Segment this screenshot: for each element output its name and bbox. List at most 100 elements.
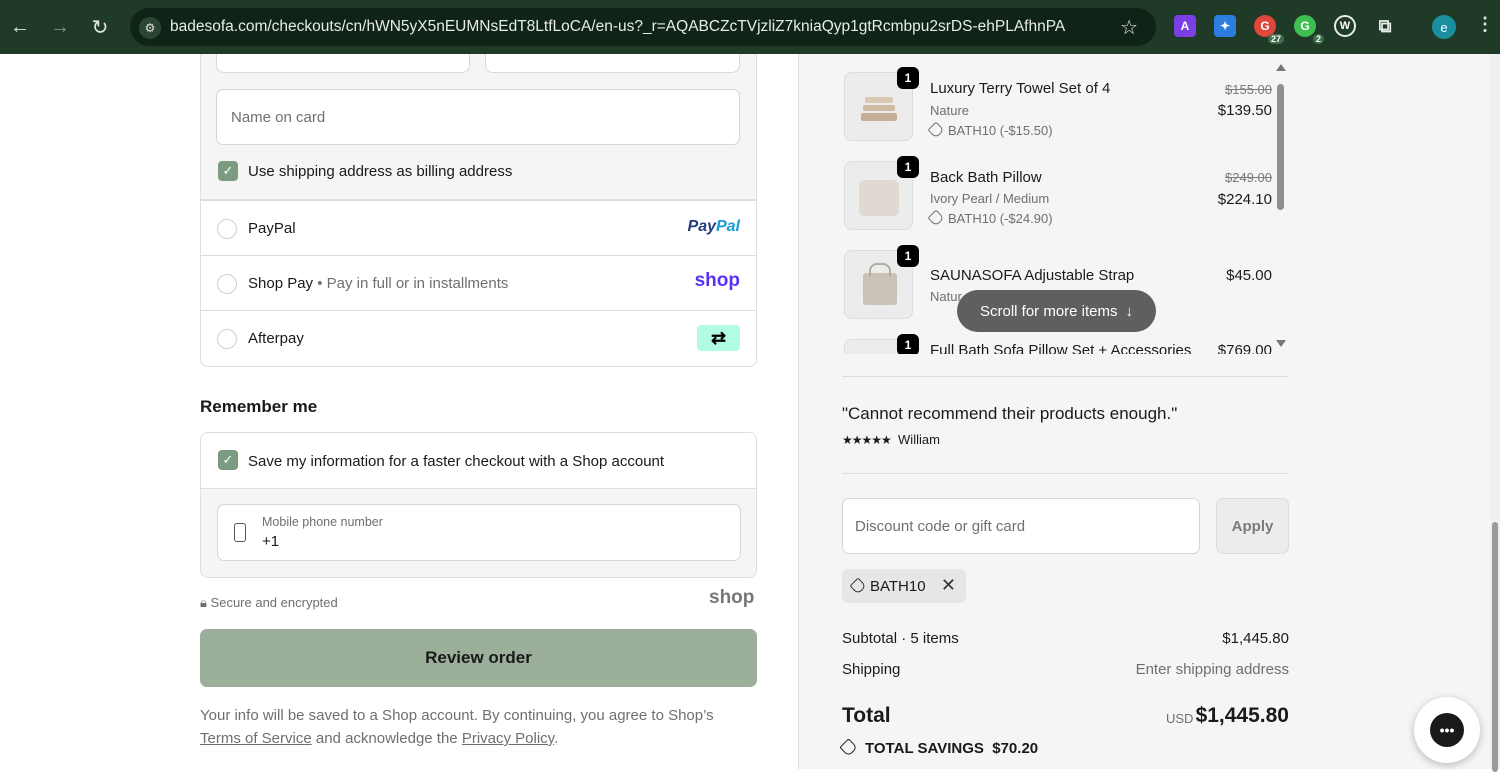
legal-text: Your info will be saved to a Shop accoun… — [200, 704, 757, 750]
back-arrow-icon[interactable]: ← — [6, 13, 34, 41]
discount-code-input[interactable]: Discount code or gift card — [842, 498, 1200, 554]
extension-badge: 2 — [1312, 34, 1324, 44]
quantity-badge: 1 — [897, 245, 919, 267]
paypal-logo: PayPal — [687, 218, 740, 235]
item-original-price: $249.00 — [1225, 170, 1272, 185]
shop-pay-radio[interactable] — [217, 274, 237, 294]
total-currency: USD — [1166, 711, 1194, 726]
applied-discount-chip: BATH10 ✕ — [842, 569, 966, 603]
shop-pay-label-group: Shop Pay • Pay in full or in installment… — [248, 275, 508, 292]
paypal-radio[interactable] — [217, 219, 237, 239]
scroll-for-more-items-button[interactable]: Scroll for more items ↓ — [957, 290, 1156, 332]
payment-methods: PayPal PayPal Shop Pay • Pay in full or … — [200, 200, 757, 367]
subtotal-label: Subtotal · 5 items — [842, 630, 959, 647]
item-variant: Ivory Pearl / Medium — [930, 191, 1050, 206]
divider — [842, 473, 1289, 474]
extension-a-icon[interactable]: A — [1174, 15, 1196, 37]
item-name: Back Bath Pillow — [930, 169, 1042, 186]
terms-of-service-link[interactable]: Terms of Service — [200, 730, 312, 747]
quantity-badge: 1 — [897, 334, 919, 354]
item-discount: BATH10 (-$15.50) — [927, 121, 1053, 139]
mobile-phone-value[interactable]: +1 — [262, 533, 279, 550]
extension-red-icon[interactable]: G 27 — [1254, 15, 1284, 44]
item-name: Full Bath Sofa Pillow Set + Accessories — [930, 342, 1192, 354]
item-price: $769.00 — [1217, 342, 1272, 354]
lock-icon: 🔒︎ — [200, 595, 207, 610]
scroll-hint-label: Scroll for more items — [979, 302, 1118, 320]
item-name: SAUNASOFA Adjustable Strap — [930, 267, 1135, 284]
item-price: $139.50 — [1217, 102, 1272, 119]
star-rating-icon: ★★★★★ — [842, 433, 892, 447]
savings-value: $70.20 — [992, 740, 1039, 757]
afterpay-label: Afterpay — [248, 330, 304, 347]
item-name: Luxury Terry Towel Set of 4 — [930, 80, 1111, 97]
remember-me-row: ✓ Save my information for a faster check… — [201, 433, 756, 489]
total-value: $1,445.80 — [1195, 704, 1289, 727]
chat-bubble-icon: ••• — [1430, 713, 1464, 747]
secure-text: Secure and encrypted — [210, 595, 338, 610]
url-text[interactable]: badesofa.com/checkouts/cn/hWN5yX5nEUMNsE… — [170, 18, 1065, 36]
extension-badge: 27 — [1267, 34, 1284, 44]
remove-discount-close-icon[interactable]: ✕ — [941, 575, 956, 596]
quantity-badge: 1 — [897, 67, 919, 89]
afterpay-radio[interactable] — [217, 329, 237, 349]
address-bar[interactable]: ⚙ badesofa.com/checkouts/cn/hWN5yX5nEUMN… — [130, 8, 1156, 46]
extension-green-icon[interactable]: G2 — [1294, 15, 1324, 44]
savings-label: TOTAL SAVINGS — [865, 740, 984, 757]
remember-me-box: ✓ Save my information for a faster check… — [200, 432, 757, 578]
paypal-label: PayPal — [248, 220, 296, 237]
applied-code-text: BATH10 — [870, 577, 926, 595]
cart-items-scrollbar[interactable] — [1275, 64, 1287, 354]
save-info-checkbox[interactable]: ✓ — [218, 450, 238, 470]
chat-widget-button[interactable]: ••• — [1414, 697, 1480, 763]
cart-scroll-thumb[interactable] — [1277, 84, 1284, 210]
cart-item: 1 Full Bath Sofa Pillow Set + Accessorie… — [842, 331, 1288, 354]
quantity-badge: 1 — [897, 156, 919, 178]
payment-option-afterpay[interactable]: Afterpay ⇄ — [201, 310, 756, 365]
forward-arrow-icon[interactable]: → — [46, 13, 74, 41]
extension-w-icon[interactable]: W — [1334, 15, 1356, 37]
scroll-up-arrow-icon[interactable] — [1276, 64, 1286, 71]
privacy-policy-link[interactable]: Privacy Policy — [462, 730, 554, 747]
payment-option-shop-pay[interactable]: Shop Pay • Pay in full or in installment… — [201, 255, 756, 310]
phone-section: Mobile phone number +1 — [201, 489, 756, 577]
name-on-card-placeholder: Name on card — [231, 109, 326, 126]
item-price: $224.10 — [1217, 191, 1272, 208]
mobile-phone-field[interactable]: Mobile phone number +1 — [217, 504, 741, 561]
item-variant: Natur — [930, 289, 962, 304]
scroll-down-arrow-icon[interactable] — [1276, 340, 1286, 347]
billing-address-label: Use shipping address as billing address — [248, 163, 513, 180]
shipping-value: Enter shipping address — [1135, 661, 1289, 678]
item-discount: BATH10 (-$24.90) — [927, 209, 1053, 227]
total-label: Total — [842, 704, 891, 727]
testimonial-author: ★★★★★ William — [842, 432, 940, 447]
afterpay-logo-icon: ⇄ — [697, 325, 740, 351]
extension-grid-icon[interactable]: ✦ — [1214, 15, 1236, 37]
site-settings-icon[interactable]: ⚙ — [139, 17, 161, 39]
billing-address-checkbox[interactable]: ✓ — [218, 161, 238, 181]
page-scrollbar[interactable] — [1490, 54, 1500, 772]
shop-pay-subtitle: • Pay in full or in installments — [317, 275, 509, 292]
expiry-field-edge[interactable] — [485, 54, 740, 73]
arrow-down-icon: ↓ — [1125, 302, 1134, 320]
review-order-button[interactable]: Review order — [200, 629, 757, 687]
mobile-phone-icon — [234, 523, 246, 542]
page-scroll-thumb[interactable] — [1492, 522, 1498, 772]
payment-option-paypal[interactable]: PayPal PayPal — [201, 200, 756, 255]
name-on-card-field[interactable]: Name on card — [216, 89, 740, 145]
profile-avatar[interactable]: e — [1432, 15, 1456, 39]
apply-discount-button[interactable]: Apply — [1216, 498, 1289, 554]
item-price: $45.00 — [1226, 267, 1272, 284]
browser-menu-icon[interactable]: ⋮ — [1476, 14, 1494, 35]
testimonial-quote: "Cannot recommend their products enough.… — [842, 404, 1178, 423]
bookmark-star-icon[interactable]: ☆ — [1120, 15, 1138, 40]
security-code-field-edge[interactable] — [216, 54, 470, 73]
legal-text-before: Your info will be saved to a Shop accoun… — [200, 707, 714, 724]
tag-icon — [927, 209, 945, 227]
author-name: William — [898, 432, 940, 447]
legal-text-middle: and acknowledge the — [311, 730, 462, 747]
reload-icon[interactable]: ↻ — [86, 13, 114, 41]
extensions-puzzle-icon[interactable]: ⧉ — [1374, 15, 1396, 37]
item-original-price: $155.00 — [1225, 82, 1272, 97]
subtotal-value: $1,445.80 — [1222, 630, 1289, 647]
